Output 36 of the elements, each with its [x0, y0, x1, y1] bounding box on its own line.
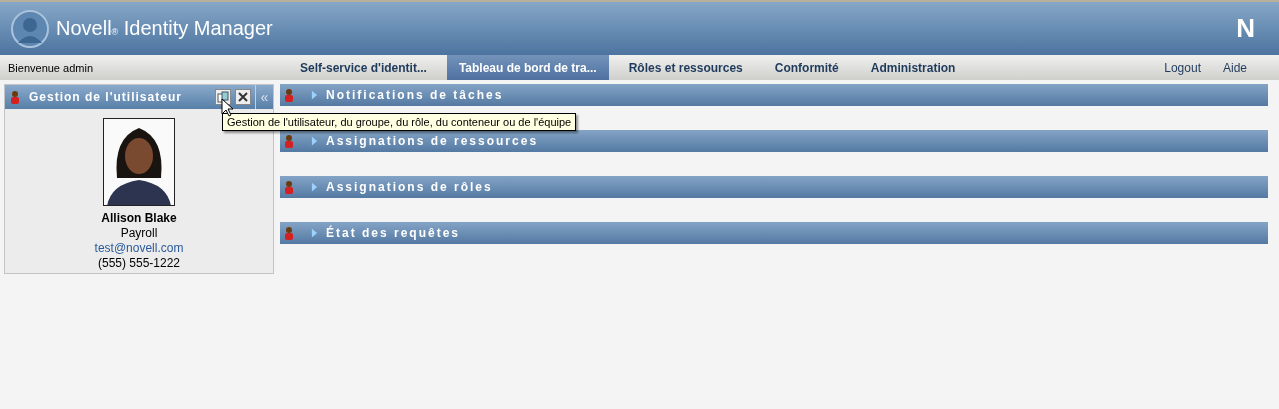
- panel-title: Gestion de l'utilisateur: [29, 90, 183, 104]
- expand-arrow-icon[interactable]: [311, 90, 318, 100]
- nav-tab[interactable]: Self-service d'identit...: [288, 55, 439, 80]
- email-link[interactable]: test@novell.com: [94, 241, 184, 256]
- expand-arrow-icon[interactable]: [311, 182, 318, 192]
- product-title: Novell® Identity Manager: [56, 17, 273, 40]
- section-title: Notifications de tâches: [326, 88, 504, 102]
- nav-tab[interactable]: Administration: [858, 55, 968, 80]
- department-text: Payroll: [120, 226, 158, 241]
- welcome-text: Bienvenue admin: [7, 61, 94, 74]
- globe-logo-icon: [10, 8, 50, 49]
- expand-arrow-icon[interactable]: [311, 136, 318, 146]
- section-title: Assignations de ressources: [326, 134, 539, 148]
- section-header[interactable]: État des requêtes: [280, 222, 1268, 244]
- tooltip: Gestion de l'utilisateur, du groupe, du rôle, du conteneur ou de l'équipe: [222, 113, 577, 131]
- section-title: État des requêtes: [326, 226, 461, 240]
- header-link[interactable]: Logout: [1164, 60, 1201, 75]
- person-icon: [283, 180, 295, 194]
- company-logo: N: [1236, 13, 1255, 44]
- person-icon: [283, 134, 295, 148]
- section-title: Assignations de rôles: [326, 180, 493, 194]
- person-icon: [283, 88, 295, 102]
- header-link[interactable]: Aide: [1222, 60, 1247, 75]
- nav-tab[interactable]: Conformité: [762, 55, 851, 80]
- section-header[interactable]: Assignations de rôles: [280, 176, 1268, 198]
- person-icon: [283, 226, 295, 240]
- user-name: Allison Blake: [101, 211, 177, 226]
- section-header[interactable]: Notifications de tâches: [280, 84, 1268, 106]
- phone-text: (555) 555-1222: [97, 256, 181, 271]
- nav-tab[interactable]: Tableau de bord de tra...: [446, 55, 609, 80]
- section-header[interactable]: Assignations de ressources: [280, 130, 1268, 152]
- cursor-icon: [221, 98, 233, 117]
- person-icon: [9, 90, 21, 104]
- close-icon[interactable]: [235, 89, 251, 105]
- nav-tab[interactable]: Rôles et ressources: [616, 55, 755, 80]
- expand-arrow-icon[interactable]: [311, 228, 318, 238]
